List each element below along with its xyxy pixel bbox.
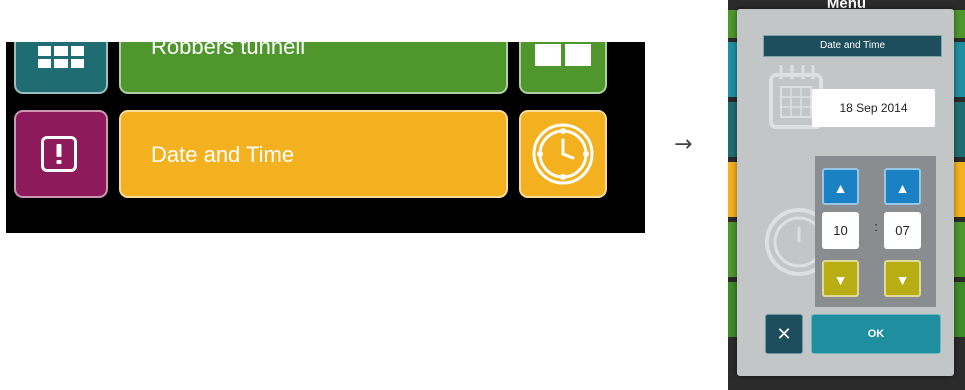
time-separator: : bbox=[874, 219, 878, 234]
alert-icon bbox=[41, 136, 77, 172]
minute-down-button[interactable]: ▼ bbox=[884, 260, 921, 297]
alert-tile[interactable] bbox=[14, 110, 108, 198]
date-and-time-label: Date and Time bbox=[151, 142, 295, 167]
device-screen: Menu Date and Time 18 Sep 2014 ▲ ▲ 10: … bbox=[728, 0, 965, 390]
minute-field[interactable]: 07 bbox=[884, 212, 921, 249]
minute-up-button[interactable]: ▲ bbox=[884, 168, 921, 205]
dialog-title: Date and Time bbox=[763, 35, 942, 57]
clock-icon bbox=[532, 123, 594, 185]
hour-up-button[interactable]: ▲ bbox=[822, 168, 859, 205]
date-and-time-tile[interactable]: Date and Time bbox=[119, 110, 508, 198]
grid-icon bbox=[38, 46, 84, 68]
hour-down-button[interactable]: ▼ bbox=[822, 260, 859, 297]
split-screen-tile[interactable] bbox=[519, 42, 607, 94]
robbers-tunnell-tile[interactable]: Robbers tunnell bbox=[119, 42, 508, 94]
robbers-tunnell-label: Robbers tunnell bbox=[151, 42, 306, 59]
time-picker: ▲ ▲ 10 : 07 ▼ ▼ bbox=[815, 156, 936, 307]
hour-field[interactable]: 10 bbox=[822, 212, 859, 249]
grid-tile[interactable] bbox=[14, 42, 108, 94]
split-screen-icon bbox=[535, 44, 591, 66]
ok-button[interactable]: OK bbox=[811, 314, 941, 354]
date-field[interactable]: 18 Sep 2014 bbox=[812, 89, 935, 127]
transition-arrow: → bbox=[674, 132, 693, 157]
clock-tile[interactable] bbox=[519, 110, 607, 198]
date-time-dialog: Date and Time 18 Sep 2014 ▲ ▲ 10 : 07 ▼ bbox=[737, 9, 954, 376]
cancel-button[interactable]: ✕ bbox=[765, 314, 803, 354]
menu-crop: Robbers tunnell Date and Time bbox=[6, 42, 645, 233]
close-icon: ✕ bbox=[776, 324, 792, 344]
